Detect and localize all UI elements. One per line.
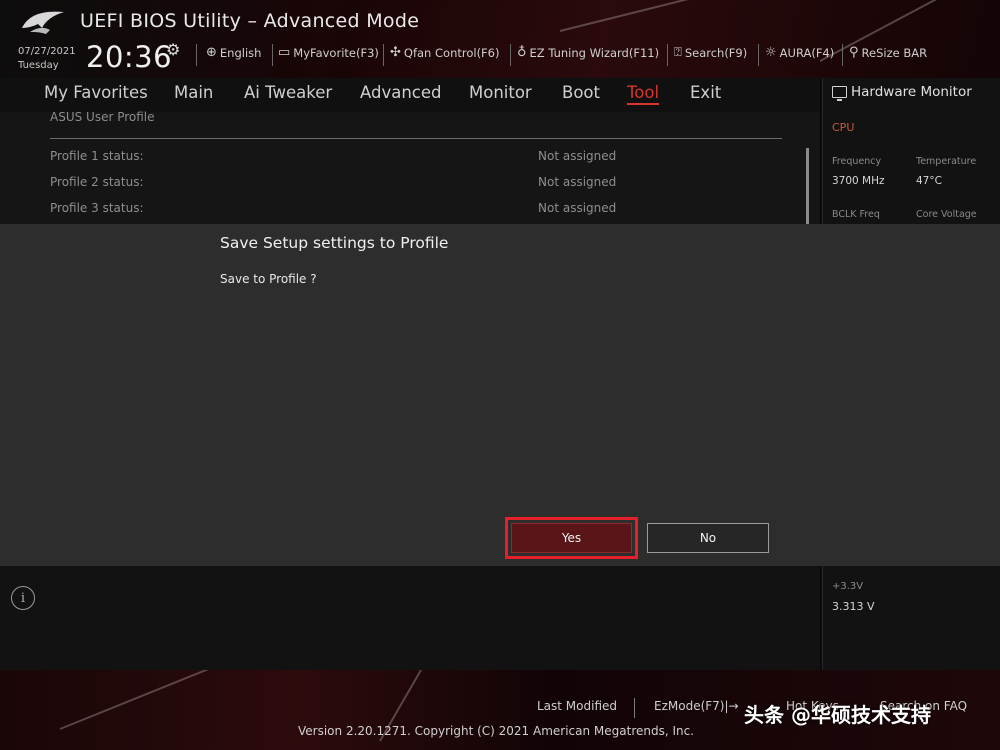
aura-label: AURA(F4) bbox=[779, 45, 835, 60]
profile-3-value: Not assigned bbox=[538, 201, 617, 215]
clock-display: 20:36 bbox=[86, 40, 173, 74]
core-voltage-label: Core Voltage bbox=[916, 209, 977, 220]
rebar-icon: ⚲ bbox=[849, 45, 859, 60]
save-profile-dialog bbox=[0, 224, 1000, 566]
frequency-label: Frequency bbox=[832, 156, 882, 167]
language-label: English bbox=[219, 45, 262, 60]
cpu-section-label: CPU bbox=[832, 121, 855, 134]
aura-icon: ☼ bbox=[765, 45, 777, 60]
tab-my-favorites[interactable]: My Favorites bbox=[44, 83, 148, 102]
date-display: 07/27/2021 bbox=[18, 46, 76, 57]
section-divider bbox=[50, 138, 782, 139]
qfan-control-button[interactable]: ✣ Qfan Control(F6) bbox=[390, 45, 499, 60]
profile-1-value: Not assigned bbox=[538, 149, 617, 163]
resize-bar-button[interactable]: ⚲ ReSize BAR bbox=[849, 45, 927, 60]
decorative-streak bbox=[559, 0, 813, 32]
globe-icon: ⊕ bbox=[206, 45, 217, 60]
info-icon: i bbox=[11, 586, 35, 610]
temperature-value: 47°C bbox=[916, 175, 942, 187]
tab-monitor[interactable]: Monitor bbox=[469, 83, 532, 102]
section-title: ASUS User Profile bbox=[50, 110, 155, 124]
hardware-monitor-title: Hardware Monitor bbox=[832, 84, 972, 101]
divider bbox=[667, 44, 668, 66]
tab-ai-tweaker[interactable]: Ai Tweaker bbox=[244, 83, 332, 102]
profile-2-value: Not assigned bbox=[538, 175, 617, 189]
tab-exit[interactable]: Exit bbox=[690, 83, 721, 102]
dialog-message: Save to Profile ? bbox=[220, 272, 317, 286]
ez-tuning-wizard-label: EZ Tuning Wizard(F11) bbox=[529, 45, 660, 60]
content-scrollbar[interactable] bbox=[806, 148, 809, 224]
decorative-streak bbox=[59, 670, 228, 730]
tab-boot[interactable]: Boot bbox=[562, 83, 600, 102]
myfavorite-button[interactable]: ▭ MyFavorite(F3) bbox=[278, 45, 379, 60]
search-label: Search(F9) bbox=[684, 45, 748, 60]
temperature-label: Temperature bbox=[916, 156, 977, 167]
qfan-control-label: Qfan Control(F6) bbox=[403, 45, 500, 60]
profile-2-label: Profile 2 status: bbox=[50, 175, 144, 189]
v33-value: 3.313 V bbox=[832, 600, 875, 613]
last-modified-button[interactable]: Last Modified bbox=[537, 699, 617, 713]
frequency-value: 3700 MHz bbox=[832, 175, 885, 187]
ez-tuning-wizard-button[interactable]: ♁ EZ Tuning Wizard(F11) bbox=[517, 45, 659, 60]
version-text: Version 2.20.1271. Copyright (C) 2021 Am… bbox=[298, 724, 695, 738]
question-icon: ⍰ bbox=[674, 45, 682, 60]
divider bbox=[758, 44, 759, 66]
divider bbox=[634, 698, 635, 718]
tab-advanced[interactable]: Advanced bbox=[360, 83, 442, 102]
language-button[interactable]: ⊕ English bbox=[206, 45, 261, 60]
divider bbox=[196, 44, 197, 66]
v33-label: +3.3V bbox=[832, 581, 864, 592]
gear-icon[interactable]: ⚙ bbox=[166, 40, 180, 59]
fan-icon: ✣ bbox=[390, 45, 401, 60]
ezmode-button[interactable]: EzMode(F7)|→ bbox=[654, 699, 739, 713]
rog-logo-icon bbox=[22, 11, 64, 34]
day-display: Tuesday bbox=[18, 60, 59, 71]
no-button[interactable]: No bbox=[647, 523, 769, 553]
dialog-title: Save Setup settings to Profile bbox=[220, 234, 449, 252]
profile-1-label: Profile 1 status: bbox=[50, 149, 144, 163]
bclk-freq-label: BCLK Freq bbox=[832, 209, 880, 220]
divider bbox=[842, 44, 843, 66]
divider bbox=[510, 44, 511, 66]
tab-tool[interactable]: Tool bbox=[627, 83, 660, 105]
bulb-icon: ♁ bbox=[517, 45, 527, 60]
myfavorite-label: MyFavorite(F3) bbox=[293, 45, 379, 60]
tab-main[interactable]: Main bbox=[174, 83, 213, 102]
star-folder-icon: ▭ bbox=[278, 45, 291, 60]
help-area bbox=[0, 566, 820, 670]
watermark-text: 头条 @华硕技术支持 bbox=[744, 703, 931, 727]
profile-3-label: Profile 3 status: bbox=[50, 201, 144, 215]
monitor-icon bbox=[832, 86, 847, 101]
divider bbox=[272, 44, 273, 66]
divider bbox=[383, 44, 384, 66]
app-title: UEFI BIOS Utility – Advanced Mode bbox=[80, 10, 420, 32]
aura-button[interactable]: ☼ AURA(F4) bbox=[765, 45, 834, 60]
resize-bar-label: ReSize BAR bbox=[861, 45, 928, 60]
search-button[interactable]: ⍰ Search(F9) bbox=[674, 45, 747, 60]
yes-button[interactable]: Yes bbox=[511, 523, 632, 553]
hardware-monitor-label: Hardware Monitor bbox=[851, 84, 972, 100]
